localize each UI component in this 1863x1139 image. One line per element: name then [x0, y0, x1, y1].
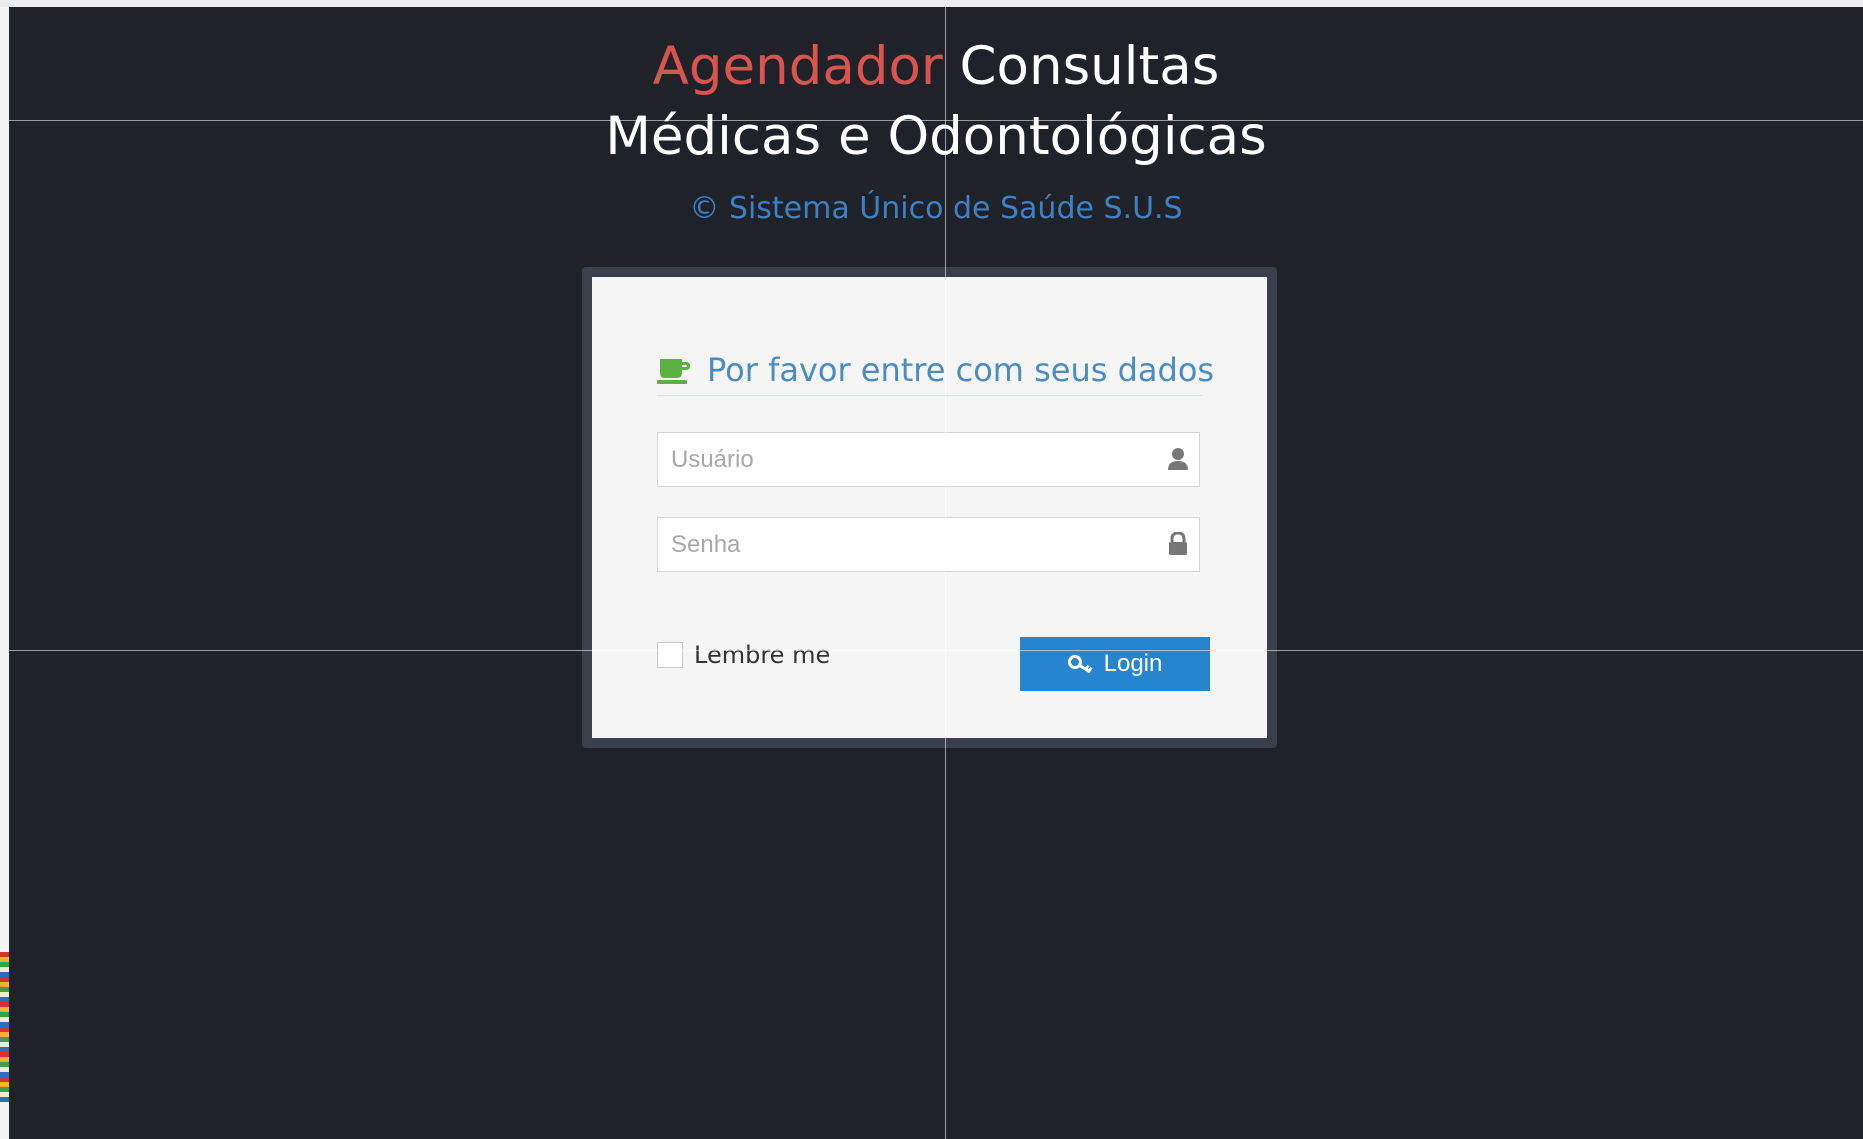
key-icon [1067, 655, 1093, 674]
login-box-frame: Por favor entre com seus dados Lembre me [582, 267, 1277, 748]
coffee-cup-icon [657, 359, 690, 384]
remember-checkbox[interactable] [657, 642, 683, 668]
login-button[interactable]: Login [1020, 637, 1210, 691]
user-icon [1168, 448, 1188, 470]
password-field [657, 517, 1200, 572]
lock-icon [1169, 532, 1187, 555]
app-title-rest: Consultas [959, 36, 1220, 97]
login-page: Agendador Consultas Médicas e Odontológi… [9, 7, 1863, 1139]
username-input[interactable] [658, 433, 1148, 486]
remember-label: Lembre me [694, 641, 831, 669]
app-title-line2: Médicas e Odontológicas [605, 106, 1267, 167]
guide-line-horizontal [9, 120, 1863, 121]
guide-line-horizontal [9, 650, 1863, 651]
background-image-fragment [0, 952, 9, 1102]
username-field [657, 432, 1200, 487]
app-title-accent: Agendador [652, 36, 943, 97]
left-edge-strip [0, 7, 9, 1139]
guide-line-vertical [945, 7, 946, 1139]
login-heading: Por favor entre com seus dados [707, 351, 1215, 389]
login-header: Por favor entre com seus dados [657, 345, 1214, 396]
app-title: Agendador Consultas [9, 33, 1863, 101]
login-box: Por favor entre com seus dados Lembre me [592, 277, 1267, 738]
password-input[interactable] [658, 518, 1148, 571]
app-subtitle: © Sistema Único de Saúde S.U.S [689, 191, 1183, 226]
login-button-label: Login [1103, 650, 1163, 677]
